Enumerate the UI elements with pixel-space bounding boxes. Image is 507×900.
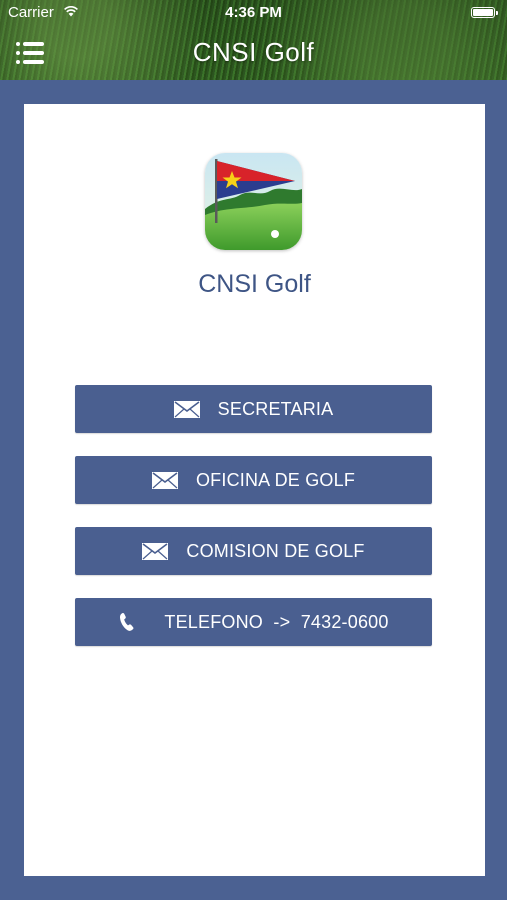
status-time: 4:36 PM — [225, 4, 282, 21]
secretaria-button[interactable]: SECRETARIA — [75, 385, 432, 433]
phone-icon — [120, 613, 134, 631]
golf-flag-logo — [205, 153, 302, 250]
contact-card: CNSI Golf SECRETARIA OFICINA DE GOLF COM… — [24, 104, 485, 876]
comision-de-golf-button[interactable]: COMISION DE GOLF — [75, 527, 432, 575]
envelope-icon — [142, 542, 169, 560]
status-bar: Carrier 4:36 PM — [0, 0, 507, 26]
oficina-de-golf-button[interactable]: OFICINA DE GOLF — [75, 456, 432, 504]
battery-icon — [471, 7, 498, 18]
page-title: CNSI Golf — [192, 37, 315, 67]
envelope-icon — [173, 400, 200, 418]
telefono-label: TELEFONO -> 7432-0600 — [164, 611, 389, 632]
app-name: CNSI Golf — [198, 270, 311, 298]
comision-de-golf-label: COMISION DE GOLF — [186, 540, 365, 561]
envelope-icon — [151, 471, 178, 489]
telefono-button[interactable]: TELEFONO -> 7432-0600 — [75, 598, 432, 646]
secretaria-label: SECRETARIA — [217, 398, 334, 419]
oficina-de-golf-label: OFICINA DE GOLF — [195, 469, 356, 490]
